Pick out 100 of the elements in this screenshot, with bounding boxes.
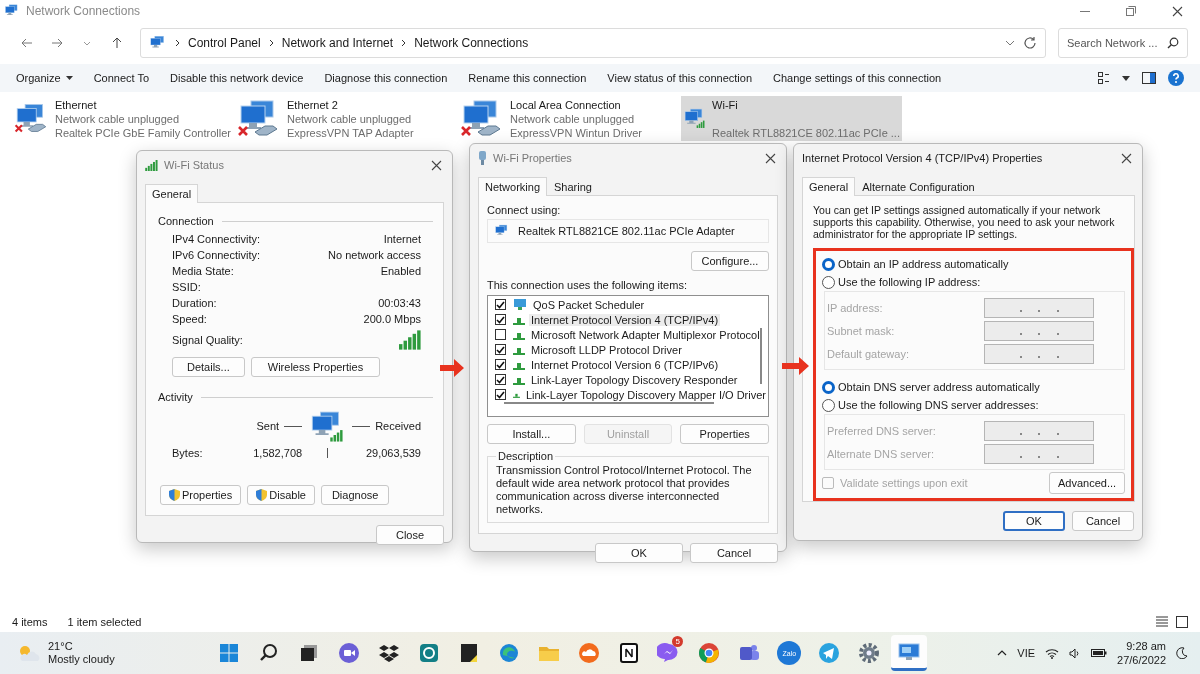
paper-plane-icon[interactable] — [817, 641, 842, 665]
checkbox[interactable] — [495, 374, 506, 385]
close-icon[interactable] — [1171, 5, 1183, 17]
search-field[interactable]: Search Network ... — [1058, 28, 1188, 58]
dialog-button[interactable]: Install... — [487, 424, 576, 444]
dialog-button[interactable]: Wireless Properties — [250, 357, 381, 377]
list-item[interactable]: Internet Protocol Version 6 (TCP/IPv6) — [529, 358, 721, 371]
group-label: Activity — [158, 391, 193, 403]
dialog-button[interactable]: Advanced... — [1049, 472, 1125, 494]
help-icon[interactable] — [1168, 70, 1184, 86]
radio-label[interactable]: Obtain DNS server address automatically — [838, 381, 1040, 393]
language-indicator[interactable]: VIE — [1017, 647, 1036, 659]
connection-item[interactable]: Ethernet Network cable unplugged Realtek PCIe GbE Family Controller — [12, 96, 233, 141]
checkbox[interactable] — [495, 344, 506, 355]
dialog-button[interactable]: Properties — [160, 485, 242, 505]
field-value: Enabled — [380, 265, 421, 277]
radio-label[interactable]: Use the following IP address: — [838, 276, 981, 288]
radio-button[interactable] — [822, 275, 835, 289]
view-options-icon[interactable] — [1098, 72, 1110, 84]
cancel-button[interactable]: Cancel — [690, 543, 778, 563]
clock-date[interactable]: 27/6/2022 — [1117, 653, 1166, 667]
connection-name: Ethernet — [54, 98, 98, 112]
field-label: Bytes: — [172, 447, 204, 459]
dialog-button[interactable]: Close — [376, 525, 444, 545]
toolbar-command[interactable]: View status of this connection — [607, 72, 753, 84]
breadcrumb[interactable]: Network and Internet — [281, 36, 394, 50]
list-item[interactable]: Microsoft LLDP Protocol Driver — [529, 343, 684, 356]
clock-time[interactable]: 9:28 am — [1126, 639, 1166, 653]
chevron-up-icon[interactable] — [997, 650, 1008, 656]
list-item[interactable]: Link-Layer Topology Discovery Responder — [529, 373, 740, 386]
dialog-button[interactable]: Details... — [172, 357, 245, 377]
toolbar-command[interactable]: Change settings of this connection — [773, 72, 942, 84]
toolbar-command[interactable]: Organize — [16, 72, 73, 84]
radio-button[interactable] — [822, 398, 835, 412]
restore-icon[interactable] — [1126, 6, 1136, 16]
speaker-icon[interactable] — [1069, 647, 1082, 659]
tab[interactable]: General — [802, 177, 856, 196]
up-arrow-icon[interactable] — [112, 37, 122, 49]
gear-icon[interactable] — [857, 641, 882, 665]
list-item[interactable]: Microsoft Network Adapter Multiplexor Protocol — [529, 328, 762, 341]
field-value: No network access — [328, 249, 421, 261]
checkbox[interactable] — [495, 314, 506, 325]
caret-icon[interactable] — [1122, 75, 1130, 81]
connection-item[interactable]: Ethernet 2 Network cable unplugged ExpressVPN TAP Adapter — [235, 96, 456, 141]
breadcrumb[interactable]: Network Connections — [414, 36, 529, 50]
segmented-circle-icon[interactable] — [697, 641, 722, 665]
checkbox[interactable] — [495, 359, 506, 370]
list-item[interactable]: Internet Protocol Version 4 (TCP/IPv4) — [529, 313, 721, 326]
chevron-down-icon[interactable] — [83, 40, 91, 46]
radio-button[interactable] — [822, 380, 835, 394]
breadcrumb[interactable]: Control Panel — [188, 36, 261, 50]
checkbox[interactable] — [495, 299, 506, 310]
taskbar-button[interactable]: 5 — [651, 635, 688, 671]
ok-button[interactable]: OK — [595, 543, 683, 563]
cloud-icon[interactable] — [577, 641, 602, 665]
moon-icon[interactable] — [1176, 647, 1188, 659]
battery-icon[interactable] — [1091, 648, 1108, 658]
tab[interactable]: General — [145, 184, 199, 203]
toolbar-command[interactable]: Rename this connection — [468, 72, 587, 84]
field-label: IP address: — [827, 301, 883, 314]
dialog-button[interactable]: Configure... — [691, 251, 769, 271]
search-icon[interactable] — [1167, 37, 1179, 49]
tab[interactable]: Alternate Configuration — [855, 177, 982, 196]
close-icon[interactable] — [1121, 152, 1132, 164]
dialog-button[interactable]: Properties — [680, 424, 769, 444]
tab[interactable]: Networking — [478, 177, 548, 196]
refresh-icon[interactable] — [1023, 36, 1037, 50]
field-label: Signal Quality: — [172, 334, 243, 346]
adapter-name: ExpressVPN Wintun Driver — [510, 126, 643, 140]
cancel-button[interactable]: Cancel — [1072, 511, 1134, 531]
toolbar-command[interactable]: Disable this network device — [170, 72, 304, 84]
chevron-down-icon[interactable] — [1005, 40, 1015, 46]
connection-status: Network cable unplugged — [510, 112, 636, 126]
toolbar-command[interactable]: Diagnose this connection — [324, 72, 448, 84]
dialog-button[interactable]: Disable — [247, 485, 316, 505]
toolbar-command[interactable]: Connect To — [93, 72, 150, 84]
radio-button[interactable] — [822, 257, 835, 271]
tab[interactable]: Sharing — [547, 177, 599, 196]
connection-status: Network cable unplugged — [54, 112, 181, 126]
large-icons-icon[interactable] — [1176, 616, 1188, 628]
minimize-icon[interactable] — [1080, 10, 1090, 12]
close-icon[interactable] — [765, 152, 776, 164]
checkbox[interactable] — [495, 389, 506, 400]
ok-button[interactable]: OK — [1003, 511, 1065, 531]
address-bar[interactable]: Control Panel Network and Internet Network Connections — [140, 28, 1046, 58]
forward-arrow-icon[interactable] — [51, 38, 63, 48]
connection-item[interactable]: Wi-Fi Realtek RTL8821CE 802.11ac PCIe ... — [681, 96, 902, 141]
video-camera-icon[interactable] — [337, 641, 362, 665]
close-icon[interactable] — [431, 159, 442, 171]
details-view-icon[interactable] — [1156, 616, 1168, 627]
dialog-button[interactable]: Diagnose — [321, 485, 390, 505]
list-item[interactable]: QoS Packet Scheduler — [531, 298, 647, 311]
checkbox[interactable] — [495, 329, 506, 340]
radio-label[interactable]: Use the following DNS server addresses: — [838, 399, 1039, 411]
connection-item[interactable]: Local Area Connection Network cable unplugged ExpressVPN Wintun Driver — [458, 96, 679, 141]
back-arrow-icon[interactable] — [21, 38, 33, 48]
preview-pane-icon[interactable] — [1142, 72, 1156, 84]
radio-label[interactable]: Obtain an IP address automatically — [838, 258, 1009, 270]
wifi-icon[interactable] — [1045, 647, 1060, 659]
list-item[interactable]: Link-Layer Topology Discovery Mapper I/O Driver — [523, 388, 768, 401]
